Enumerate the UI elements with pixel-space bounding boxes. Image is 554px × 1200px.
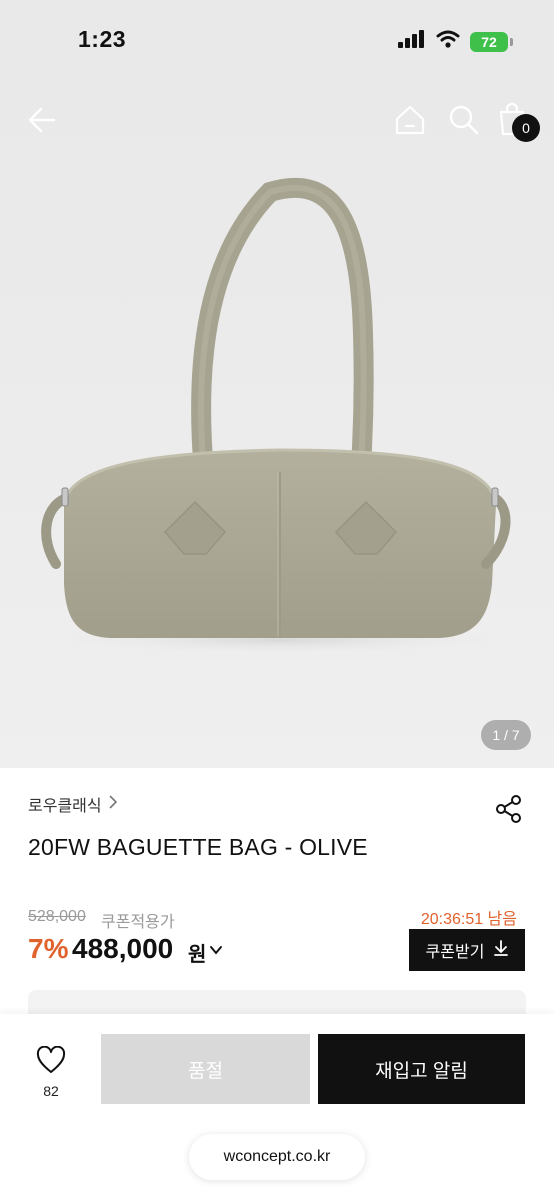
browser-url-bar[interactable]: wconcept.co.kr (189, 1134, 365, 1180)
back-arrow-icon[interactable] (26, 104, 58, 136)
get-coupon-label: 쿠폰받기 (425, 944, 485, 961)
battery-icon: 72 (470, 31, 513, 52)
download-icon (494, 939, 509, 961)
sale-price: 488,000 (72, 933, 174, 964)
original-price: 528,000 (28, 908, 86, 925)
wifi-icon (436, 30, 460, 53)
like-button[interactable]: 82 (30, 1045, 72, 1099)
product-image-gallery[interactable]: 1 / 7 (0, 84, 554, 768)
signal-icon (398, 30, 426, 53)
restock-alert-button[interactable]: 재입고 알림 (318, 1034, 525, 1104)
coupon-price-note: 쿠폰적용가 (101, 914, 175, 931)
status-time: 1:23 (78, 26, 127, 52)
home-icon[interactable] (394, 104, 426, 136)
cart-count-badge: 0 (512, 114, 540, 142)
brand-link[interactable]: 로우클래식 (28, 792, 120, 816)
like-count: 82 (43, 1083, 59, 1099)
product-title: 20FW BAGUETTE BAG - OLIVE (28, 834, 368, 860)
gallery-page-indicator: 1 / 7 (481, 720, 531, 750)
currency-unit: 원 (188, 944, 207, 966)
search-icon[interactable] (448, 104, 480, 136)
heart-icon (36, 1045, 66, 1079)
status-icons: 72 (398, 30, 513, 53)
chevron-right-icon (106, 794, 120, 815)
countdown-timer: 20:36:51 남음 (420, 911, 517, 928)
brand-name: 로우클래식 (28, 798, 102, 815)
status-bar: 1:23 72 (0, 0, 554, 84)
price-detail-chevron-icon[interactable] (209, 943, 223, 957)
bag-image (41, 178, 511, 654)
battery-level: 72 (481, 33, 497, 50)
get-coupon-button[interactable]: 쿠폰받기 (409, 929, 525, 971)
soldout-button: 품절 (101, 1034, 310, 1104)
discount-rate: 7% (28, 933, 69, 964)
share-icon[interactable] (494, 794, 524, 824)
